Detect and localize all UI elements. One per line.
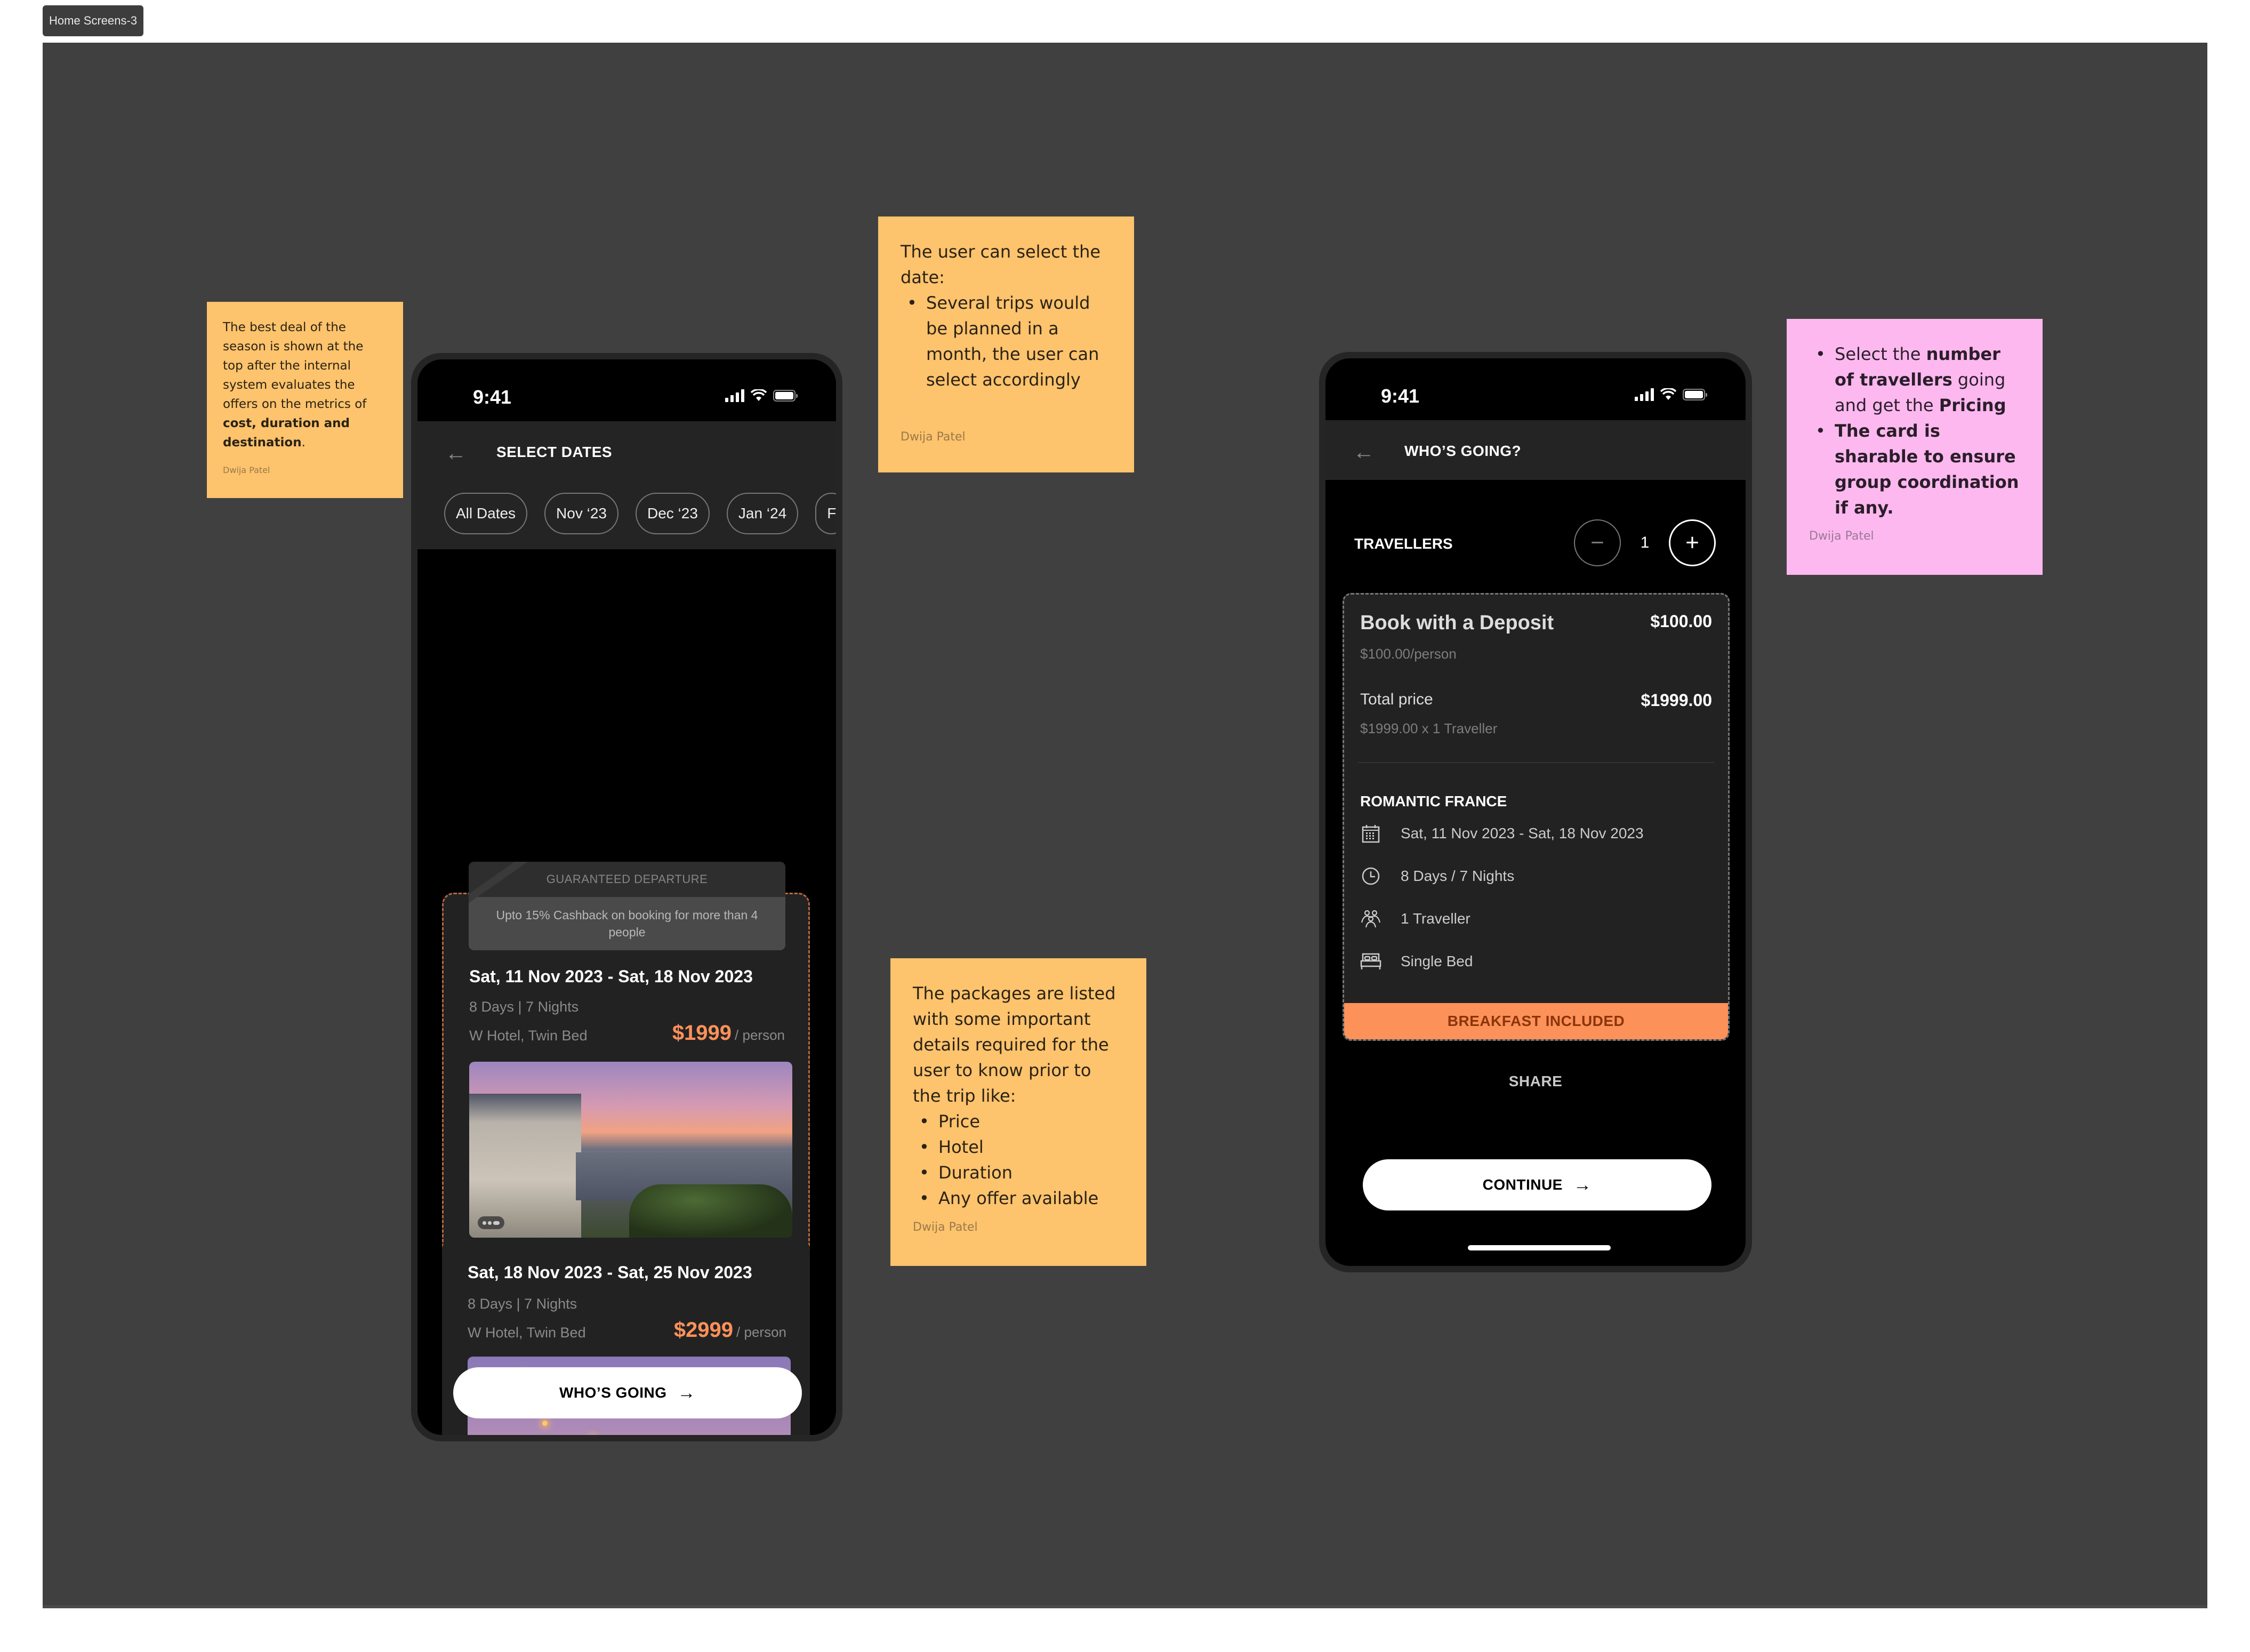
wifi-icon <box>1660 388 1676 400</box>
cellular-signal-icon <box>1635 388 1654 401</box>
detail-dates: Sat, 11 Nov 2023 - Sat, 18 Nov 2023 <box>1360 823 1644 844</box>
deposit-title: Book with a Deposit <box>1360 612 1554 634</box>
chip-dec-23[interactable]: Dec ‘23 <box>635 493 710 534</box>
status-time: 9:41 <box>473 386 512 408</box>
minus-icon: − <box>1590 530 1604 556</box>
screen: 9:41 ← SELECT DATES All Dates Nov ‘23 De… <box>417 359 836 1435</box>
trip-price: $2999 / person <box>674 1318 786 1342</box>
trip-duration: 8 Days | 7 Nights <box>468 1296 577 1312</box>
trip-hotel: W Hotel, Twin Bed <box>469 1028 588 1044</box>
sticky-note-select-date[interactable]: The user can select the date: Several tr… <box>878 216 1134 472</box>
travellers-stepper: − 1 + <box>1574 519 1716 566</box>
breakfast-included-badge: BREAKFAST INCLUDED <box>1344 1003 1728 1039</box>
divider <box>1358 762 1714 763</box>
home-indicator <box>1468 1245 1611 1250</box>
total-price-breakdown: $1999.00 x 1 Traveller <box>1360 720 1498 736</box>
total-price-label: Total price <box>1360 691 1433 708</box>
decrement-button[interactable]: − <box>1574 519 1621 566</box>
status-bar: 9:41 <box>417 359 836 421</box>
detail-travellers: 1 Traveller <box>1360 908 1470 929</box>
note-bullet: Any offer available <box>919 1185 1124 1211</box>
top-nav: ← WHO’S GOING? <box>1325 420 1746 480</box>
arrow-right-icon: → <box>1573 1174 1592 1195</box>
wifi-icon <box>751 389 767 401</box>
note-bullet: Hotel <box>919 1134 1124 1160</box>
back-arrow-icon[interactable]: ← <box>1353 442 1375 463</box>
chip-all-dates[interactable]: All Dates <box>444 493 528 534</box>
trip-hotel: W Hotel, Twin Bed <box>468 1325 586 1341</box>
total-price-amount: $1999.00 <box>1641 691 1712 710</box>
status-time: 9:41 <box>1381 385 1420 407</box>
continue-button[interactable]: CONTINUE → <box>1363 1159 1711 1210</box>
detail-duration: 8 Days / 7 Nights <box>1360 865 1514 887</box>
detail-text: 8 Days / 7 Nights <box>1401 868 1515 884</box>
chip-nov-23[interactable]: Nov ‘23 <box>544 493 618 534</box>
page-title: WHO’S GOING? <box>1404 443 1522 459</box>
note-intro: The user can select the date: <box>901 242 1101 287</box>
whos-going-button[interactable]: WHO’S GOING → <box>453 1367 802 1418</box>
traveller-count: 1 <box>1640 534 1650 551</box>
deposit-amount: $100.00 <box>1650 612 1712 631</box>
arrow-right-icon: → <box>677 1382 696 1403</box>
note-bullet: Duration <box>919 1160 1124 1185</box>
banner-label: GUARANTEED DEPARTURE <box>469 862 785 897</box>
sticky-note-packages[interactable]: The packages are listed with some import… <box>890 958 1146 1266</box>
note-author: Dwija Patel <box>901 430 966 444</box>
note-author: Dwija Patel <box>1809 530 1874 543</box>
chip-feb-24[interactable]: F <box>815 493 836 534</box>
battery-icon <box>773 390 798 402</box>
bed-icon <box>1360 951 1381 972</box>
chip-jan-24[interactable]: Jan ‘24 <box>726 493 799 534</box>
button-label: WHO’S GOING <box>559 1384 667 1401</box>
screen: 9:41 ← WHO’S GOING? TRAVELLERS − 1 + Boo… <box>1325 358 1746 1266</box>
trip-dates: Sat, 18 Nov 2023 - Sat, 25 Nov 2023 <box>468 1263 752 1282</box>
trip-duration: 8 Days | 7 Nights <box>469 999 579 1015</box>
package-name: ROMANTIC FRANCE <box>1360 793 1507 809</box>
cellular-signal-icon <box>725 389 744 402</box>
page-title: SELECT DATES <box>496 444 613 460</box>
price-amount: $2999 <box>673 1318 734 1342</box>
status-bar: 9:41 <box>1325 358 1746 420</box>
travellers-label: TRAVELLERS <box>1354 535 1453 552</box>
battery-icon <box>1683 389 1707 400</box>
note-text: The best deal of the season is shown at … <box>223 320 367 450</box>
button-label: CONTINUE <box>1482 1176 1563 1193</box>
booking-summary-card: Book with a Deposit $100.00 $100.00/pers… <box>1343 593 1730 1041</box>
price-amount: $1999 <box>672 1021 732 1045</box>
phone-whos-going: 9:41 ← WHO’S GOING? TRAVELLERS − 1 + Boo… <box>1319 352 1752 1272</box>
back-arrow-icon[interactable]: ← <box>445 443 467 464</box>
date-filter-chips: All Dates Nov ‘23 Dec ‘23 Jan ‘24 F <box>444 493 836 534</box>
calendar-icon <box>1360 823 1381 844</box>
note-bullet: Select the number of travellers going an… <box>1815 341 2020 418</box>
clock-icon <box>1360 865 1381 887</box>
deposit-per-person: $100.00/person <box>1360 646 1457 662</box>
trip-price: $1999 / person <box>672 1021 785 1045</box>
top-nav: ← SELECT DATES All Dates Nov ‘23 Dec ‘23… <box>417 421 836 549</box>
share-button[interactable]: SHARE <box>1325 1073 1746 1090</box>
phone-select-dates: 9:41 ← SELECT DATES All Dates Nov ‘23 De… <box>411 353 842 1441</box>
note-bullet: Price <box>919 1109 1124 1134</box>
detail-text: Sat, 11 Nov 2023 - Sat, 18 Nov 2023 <box>1401 825 1644 841</box>
banner-offer: Upto 15% Cashback on booking for more th… <box>469 897 785 950</box>
trip-dates: Sat, 11 Nov 2023 - Sat, 18 Nov 2023 <box>469 967 753 986</box>
carousel-dots-icon[interactable] <box>478 1216 504 1229</box>
sticky-note-travellers[interactable]: Select the number of travellers going an… <box>1787 319 2043 575</box>
detail-bed: Single Bed <box>1360 951 1473 972</box>
trip-photo-paris-rooftops[interactable] <box>469 1062 792 1238</box>
note-bullet: The card is sharable to ensure group coo… <box>1815 418 2020 520</box>
plus-icon: + <box>1685 530 1699 556</box>
guaranteed-departure-banner: GUARANTEED DEPARTURE Upto 15% Cashback o… <box>469 862 785 950</box>
price-unit: / person <box>736 1324 786 1340</box>
sticky-note-best-deal[interactable]: The best deal of the season is shown at … <box>207 302 403 498</box>
note-author: Dwija Patel <box>913 1221 978 1234</box>
note-intro: The packages are listed with some import… <box>913 983 1116 1106</box>
note-bullet: Several trips would be planned in a mont… <box>907 290 1112 392</box>
detail-text: 1 Traveller <box>1401 910 1470 927</box>
frame-label[interactable]: Home Screens-3 <box>43 5 144 36</box>
increment-button[interactable]: + <box>1669 519 1716 566</box>
price-unit: / person <box>735 1027 785 1043</box>
group-icon <box>1360 908 1381 929</box>
note-author: Dwija Patel <box>223 465 270 475</box>
detail-text: Single Bed <box>1401 953 1473 969</box>
